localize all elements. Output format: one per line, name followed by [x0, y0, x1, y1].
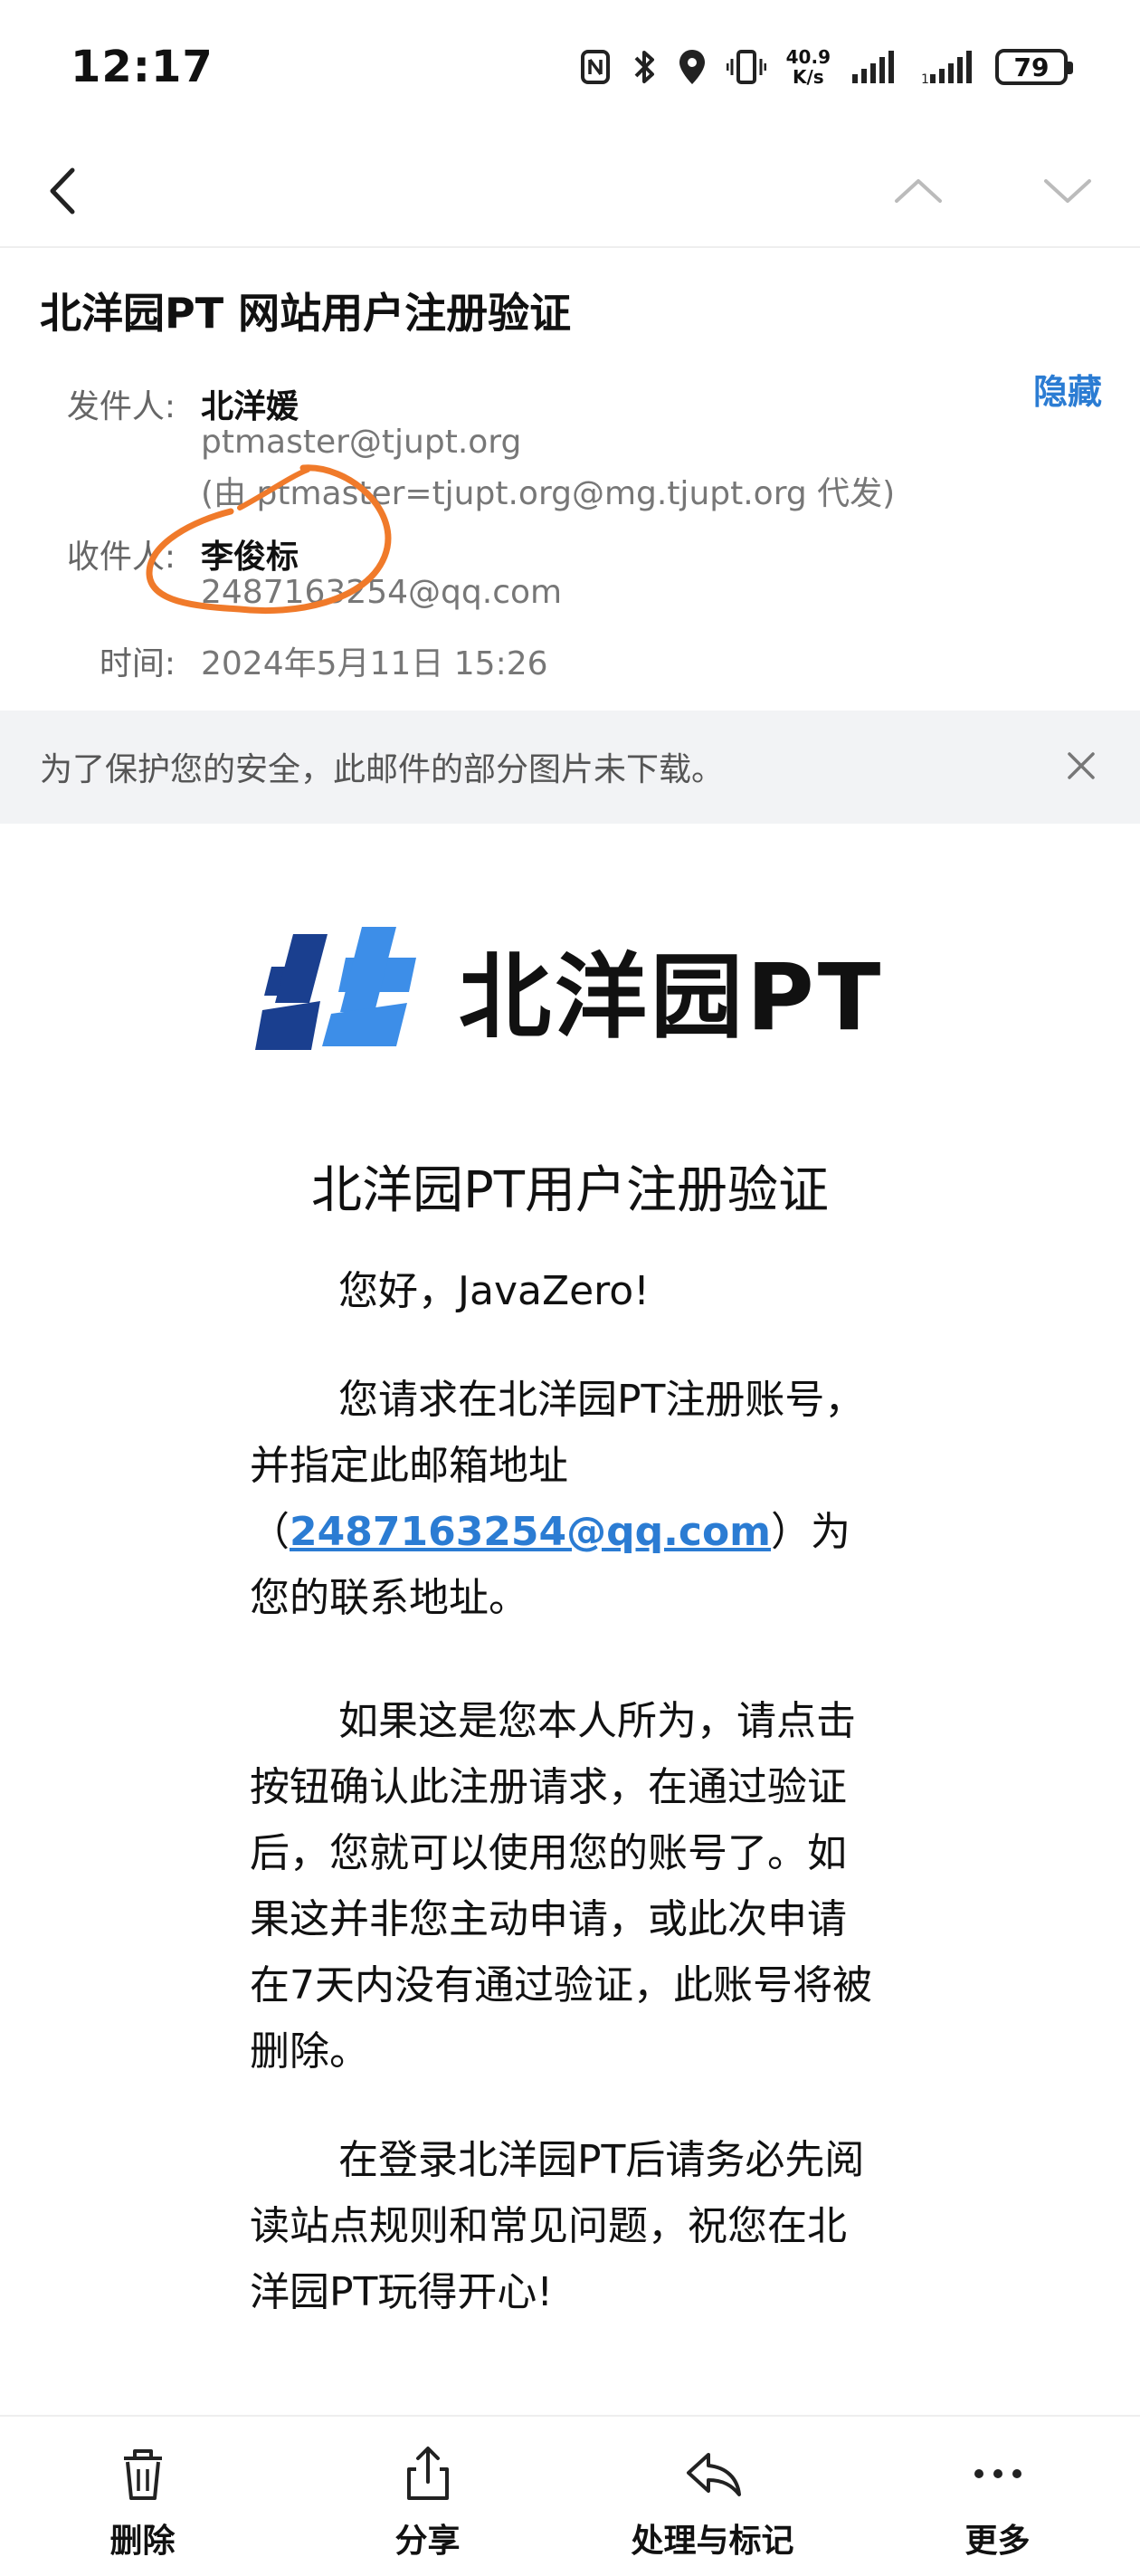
delete-button[interactable]: 删除 [0, 2417, 285, 2576]
process-mark-label: 处理与标记 [631, 2523, 794, 2560]
speed-value: 40.9 [785, 46, 831, 68]
nav-bar [0, 136, 1140, 244]
battery-icon: 79 [995, 49, 1073, 85]
notice-text: 为了保护您的安全，此邮件的部分图片未下载。 [40, 751, 725, 788]
more-dots-icon [974, 2469, 1021, 2478]
brand-logo: 北洋园PT [255, 914, 888, 1059]
logo-text: 北洋园PT [459, 944, 885, 1052]
mail-subject: 北洋园PT 网站用户注册验证 [40, 289, 572, 338]
svg-text:1: 1 [921, 72, 929, 85]
status-time: 12:17 [71, 42, 214, 92]
bottom-toolbar: 删除 分享 处理与标记 更多 [0, 2415, 1140, 2576]
signal-icon-1 [850, 49, 901, 85]
previous-mail-icon[interactable] [891, 168, 945, 214]
sender-email[interactable]: ptmaster@tjupt.org [201, 424, 521, 461]
close-icon[interactable] [1059, 743, 1104, 788]
hide-details-link[interactable]: 隐藏 [1033, 364, 1102, 414]
back-arrow-icon[interactable] [40, 159, 85, 223]
nfc-icon [580, 49, 611, 85]
trash-icon [123, 2449, 162, 2500]
greeting-text: 您好，JavaZero! [338, 1268, 650, 1314]
share-button[interactable]: 分享 [285, 2417, 570, 2576]
share-icon [406, 2447, 449, 2500]
delete-label: 删除 [109, 2523, 176, 2560]
mail-body: 北洋园PT 北洋园PT用户注册验证 您好，JavaZero! 您请求在北洋园PT… [0, 824, 1140, 2417]
paragraph-confirm: 如果这是您本人所为，请点击按钮确认此注册请求，在通过验证后，您就可以使用您的账号… [250, 1698, 872, 2075]
mail-body-title: 北洋园PT用户注册验证 [311, 1161, 829, 1220]
status-icons: 40.9 K/s 1 79 [580, 40, 1073, 94]
paragraph-registration: 您请求在北洋园PT注册账号，并指定此邮箱地址（2487163254@qq.com… [250, 1367, 883, 1631]
network-speed: 40.9 K/s [786, 47, 831, 87]
from-label: 发件人: [66, 388, 176, 425]
time-label: 时间: [99, 645, 176, 682]
next-mail-icon[interactable] [1040, 168, 1095, 214]
reply-all-icon [686, 2453, 741, 2496]
handdrawn-circle-annotation [146, 464, 392, 615]
image-blocked-notice: 为了保护您的安全，此邮件的部分图片未下载。 [0, 711, 1140, 824]
status-bar: 12:17 40.9 K/s 1 79 [0, 0, 1140, 136]
battery-level: 79 [1013, 52, 1050, 82]
location-icon [678, 48, 707, 86]
process-mark-button[interactable]: 处理与标记 [570, 2417, 855, 2576]
sender-name[interactable]: 北洋媛 [201, 380, 299, 427]
more-label: 更多 [964, 2523, 1031, 2560]
vibrate-icon [726, 48, 766, 86]
bluetooth-icon [631, 47, 658, 87]
mail-time: 2024年5月11日 15:26 [201, 645, 548, 682]
logo-mark-icon [255, 927, 416, 1050]
email-link[interactable]: 2487163254@qq.com [290, 1509, 771, 1555]
paragraph-rules: 在登录北洋园PT后请务必先阅读站点规则和常见问题，祝您在北洋园PT玩得开心! [250, 2137, 865, 2315]
signal-icon-2: 1 [921, 49, 975, 85]
more-button[interactable]: 更多 [855, 2417, 1140, 2576]
share-label: 分享 [394, 2523, 461, 2560]
speed-unit: K/s [792, 66, 824, 88]
